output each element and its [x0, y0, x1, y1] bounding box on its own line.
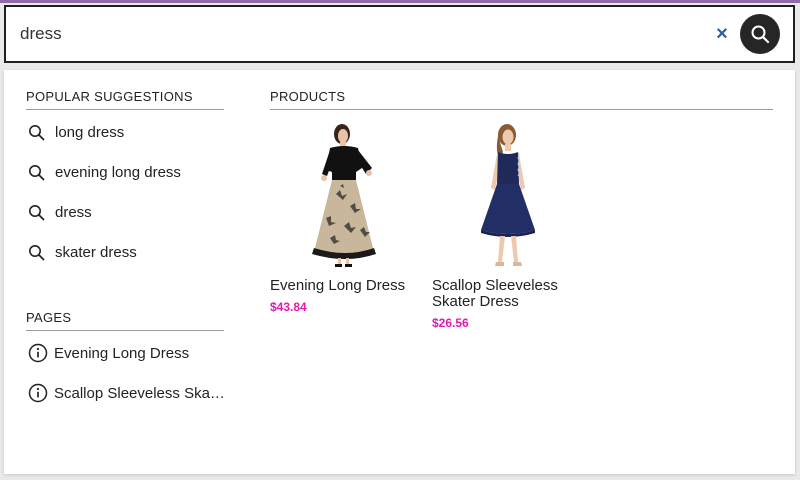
info-icon [28, 383, 48, 403]
pages-heading: PAGES [26, 310, 224, 331]
top-accent-line [0, 0, 800, 3]
search-icon [29, 244, 45, 260]
suggestion-label: dress [55, 203, 92, 221]
suggestion-label: evening long dress [55, 163, 181, 181]
info-icon [28, 343, 48, 363]
suggestion-item[interactable]: long dress [28, 120, 228, 144]
search-icon [751, 25, 770, 44]
products-heading: PRODUCTS [270, 89, 773, 110]
suggestion-item[interactable]: skater dress [28, 240, 228, 264]
product-card[interactable]: Scallop Sleeveless Skater Dress $26.56 [432, 120, 582, 330]
product-card[interactable]: Evening Long Dress $43.84 [270, 120, 420, 314]
search-results-dropdown: POPULAR SUGGESTIONS long dress evening l… [4, 70, 795, 474]
search-bar: × [4, 5, 795, 63]
clear-search-button[interactable]: × [712, 23, 732, 45]
popular-suggestions-heading: POPULAR SUGGESTIONS [26, 89, 224, 110]
search-submit-button[interactable] [740, 14, 780, 54]
product-image [270, 120, 420, 268]
page-result-item[interactable]: Evening Long Dress [28, 341, 228, 365]
page-result-item[interactable]: Scallop Sleeveless Skater Dress [28, 381, 228, 405]
product-image [432, 120, 582, 268]
suggestion-item[interactable]: dress [28, 200, 228, 224]
suggestion-item[interactable]: evening long dress [28, 160, 228, 184]
scallop-skater-dress-image [481, 124, 535, 266]
product-price: $43.84 [270, 300, 307, 314]
product-name: Scallop Sleeveless Skater Dress [432, 277, 558, 310]
product-price: $26.56 [432, 316, 469, 330]
search-icon [29, 204, 45, 220]
page-result-label: Scallop Sleeveless Skater Dress [54, 384, 226, 402]
close-icon: × [716, 23, 728, 45]
search-icon [29, 164, 45, 180]
evening-long-dress-image [312, 124, 376, 267]
page-result-label: Evening Long Dress [54, 344, 190, 362]
suggestion-label: long dress [55, 123, 125, 141]
suggestion-label: skater dress [55, 243, 137, 261]
search-input[interactable] [20, 7, 680, 61]
product-name: Evening Long Dress [270, 277, 406, 294]
search-icon [29, 124, 45, 140]
